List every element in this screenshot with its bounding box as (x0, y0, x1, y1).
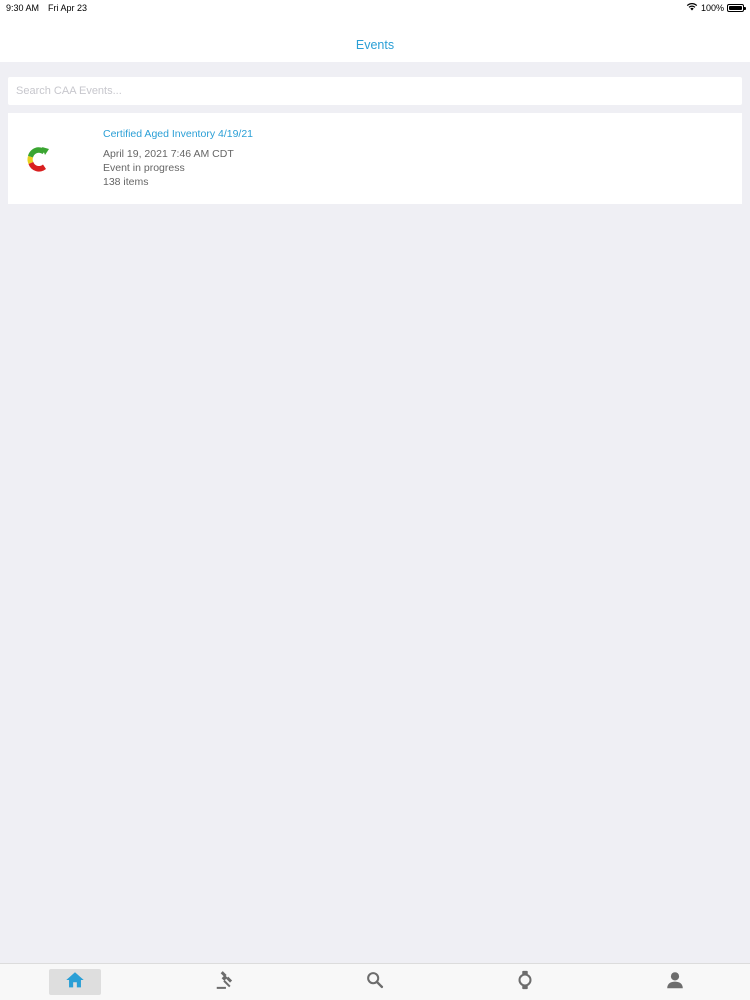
tab-account[interactable] (649, 969, 701, 995)
event-title: Certified Aged Inventory 4/19/21 (103, 128, 254, 140)
tab-watchlist[interactable] (499, 969, 551, 995)
tab-auctions[interactable] (199, 969, 251, 995)
battery-icon (727, 3, 746, 12)
battery-percent: 100% (700, 2, 724, 13)
status-time: 9:30 AM (6, 3, 40, 13)
tab-search[interactable] (349, 969, 401, 995)
search-input[interactable] (8, 77, 742, 105)
status-bar: 9:30 AM Fri Apr 23 100% (0, 0, 750, 16)
navigation-bar: Events (0, 16, 750, 62)
home-icon (64, 969, 86, 996)
caa-logo-icon (22, 143, 54, 175)
tab-home[interactable] (49, 969, 101, 995)
watch-icon (514, 969, 536, 996)
page-title: Events (355, 38, 395, 52)
event-item-count: 138 items (103, 176, 149, 188)
wifi-icon (686, 2, 698, 13)
gavel-icon (214, 969, 236, 996)
status-date: Fri Apr 23 (48, 3, 88, 13)
tab-bar (0, 963, 750, 1000)
user-icon (664, 969, 686, 996)
status-right: 100% (686, 2, 746, 13)
event-list-item[interactable]: Certified Aged Inventory 4/19/21 April 1… (8, 113, 742, 204)
search-icon (364, 969, 386, 996)
event-status: Event in progress (103, 162, 185, 174)
search-bar (8, 77, 742, 105)
events-screen: 9:30 AM Fri Apr 23 100% Events Search CA… (0, 0, 750, 1000)
event-date: April 19, 2021 7:46 AM CDT (103, 148, 234, 160)
